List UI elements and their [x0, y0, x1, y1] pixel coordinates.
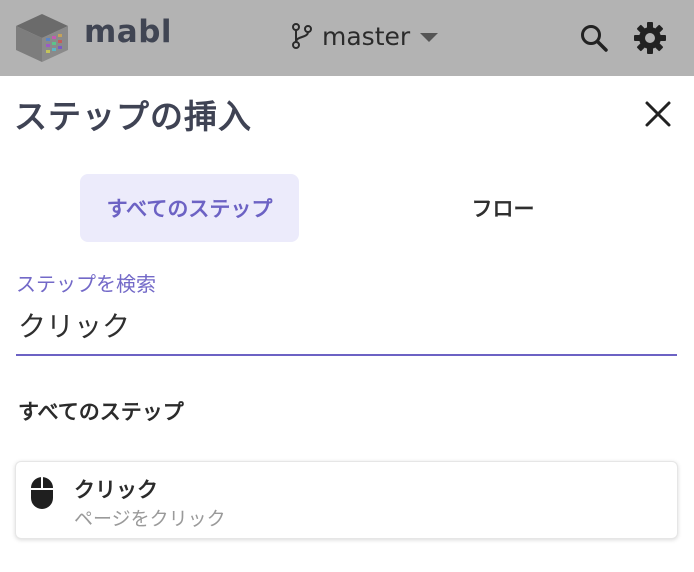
- mabl-logo-icon: [16, 14, 68, 62]
- brand-name: mabl: [84, 14, 173, 50]
- close-icon[interactable]: [640, 96, 676, 132]
- mouse-icon: [31, 477, 53, 509]
- section-title: すべてのステップ: [18, 400, 184, 424]
- step-name: クリック: [74, 478, 158, 502]
- top-bar: mabl master: [0, 0, 694, 76]
- branch-selector[interactable]: master: [290, 18, 439, 54]
- panel-title: ステップの挿入: [14, 97, 252, 136]
- tab-flows[interactable]: フロー: [392, 174, 614, 242]
- tab-all-steps[interactable]: すべてのステップ: [80, 174, 299, 242]
- search-icon[interactable]: [578, 22, 610, 54]
- branch-icon: [292, 23, 312, 49]
- tab-label: すべてのステップ: [106, 197, 273, 221]
- step-description: ページをクリック: [74, 508, 226, 530]
- chevron-down-icon: [420, 33, 439, 42]
- tab-label: フロー: [471, 197, 535, 221]
- insert-step-panel: ステップの挿入 すべてのステップ フロー ステップを検索 すべてのステップ クリ…: [0, 76, 694, 572]
- step-result-item[interactable]: クリック ページをクリック: [15, 461, 678, 539]
- gear-icon[interactable]: [632, 20, 668, 56]
- search-input[interactable]: [16, 302, 677, 356]
- branch-name: master: [322, 21, 411, 51]
- search-label: ステップを検索: [16, 272, 156, 296]
